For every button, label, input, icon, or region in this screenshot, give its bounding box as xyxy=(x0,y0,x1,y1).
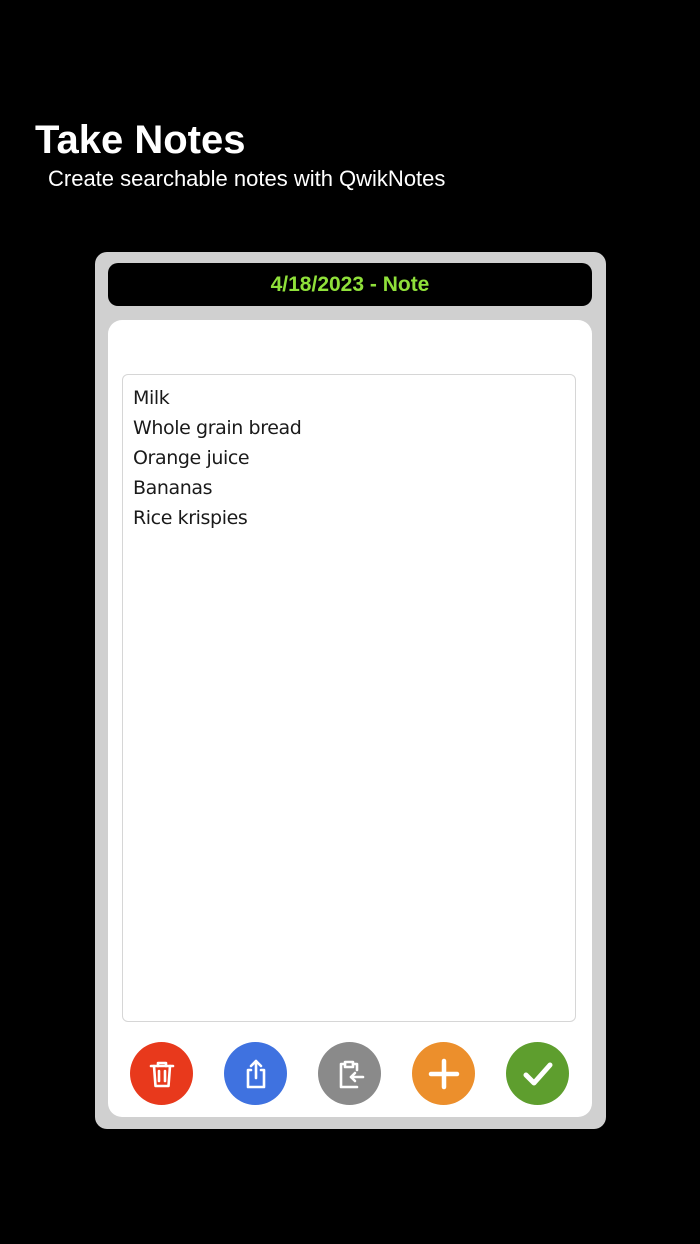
add-button[interactable] xyxy=(412,1042,475,1105)
promo-subtitle: Create searchable notes with QwikNotes xyxy=(48,166,446,191)
share-button[interactable] xyxy=(224,1042,287,1105)
delete-button[interactable] xyxy=(130,1042,193,1105)
note-text-area[interactable]: Milk Whole grain bread Orange juice Bana… xyxy=(122,374,576,1022)
note-line: Bananas xyxy=(133,477,213,499)
note-header: 4/18/2023 - Note xyxy=(108,263,592,306)
note-line: Whole grain bread xyxy=(133,417,302,439)
save-button[interactable] xyxy=(506,1042,569,1105)
plus-icon xyxy=(426,1056,462,1092)
note-line: Milk xyxy=(133,387,170,409)
checkmark-icon xyxy=(520,1056,556,1092)
note-editor-frame: 4/18/2023 - Note Milk Whole grain bread … xyxy=(95,252,606,1129)
paste-button[interactable] xyxy=(318,1042,381,1105)
note-date-title: 4/18/2023 - Note xyxy=(270,272,430,296)
note-line: Rice krispies xyxy=(133,507,248,529)
share-icon xyxy=(239,1057,273,1091)
promo-title: Take Notes xyxy=(35,118,246,162)
note-line: Orange juice xyxy=(133,447,250,469)
trash-icon xyxy=(145,1057,179,1091)
clipboard-paste-icon xyxy=(333,1057,367,1091)
note-panel: Milk Whole grain bread Orange juice Bana… xyxy=(108,320,592,1117)
